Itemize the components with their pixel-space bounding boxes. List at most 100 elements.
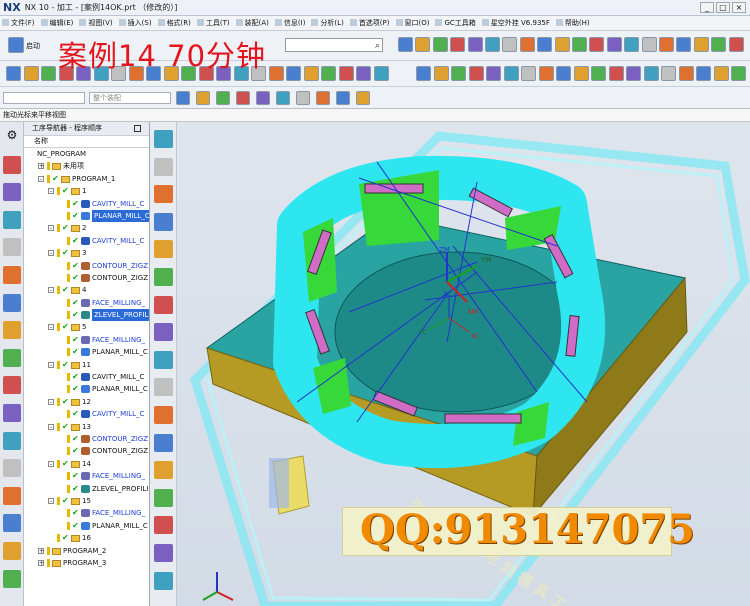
- toolbar-tool-icon[interactable]: [502, 37, 518, 52]
- toolbar-tool-icon[interactable]: [286, 66, 301, 81]
- method-icon[interactable]: [3, 238, 21, 257]
- toolbar-tool-icon[interactable]: [321, 66, 336, 81]
- assembly-filter-dropdown[interactable]: 整个装配: [89, 92, 171, 104]
- snap-tool-icon[interactable]: [296, 91, 310, 105]
- collapse-icon[interactable]: -: [48, 324, 54, 331]
- side-tool-icon[interactable]: [154, 571, 173, 590]
- toolbar-tool-icon[interactable]: [467, 37, 483, 52]
- toolbar-tool-icon[interactable]: [641, 37, 657, 52]
- toolbar-tool-icon[interactable]: [572, 37, 587, 52]
- menu-window[interactable]: 窗口(O): [395, 18, 436, 28]
- toolbar-tool-icon[interactable]: [303, 66, 319, 81]
- menu-format[interactable]: 格式(R): [157, 18, 197, 28]
- navigator-row[interactable]: ✔ PLANAR_MILL_C: [24, 520, 149, 532]
- selection-filter-dropdown[interactable]: [3, 92, 85, 104]
- navigator-row[interactable]: - ✔ PROGRAM_1: [24, 173, 149, 185]
- navigator-row[interactable]: - ✔ 11: [24, 359, 149, 371]
- start-icon[interactable]: [8, 37, 24, 53]
- manufacturing-icon[interactable]: [3, 514, 21, 533]
- operation-tool-icon[interactable]: [731, 66, 746, 81]
- collapse-icon[interactable]: -: [48, 188, 54, 195]
- side-tool-icon[interactable]: [154, 185, 173, 204]
- side-tool-icon[interactable]: [154, 488, 173, 507]
- collapse-icon[interactable]: -: [48, 361, 54, 368]
- menu-info[interactable]: 信息(I): [274, 18, 312, 28]
- start-menu-label[interactable]: 启动: [26, 41, 40, 51]
- close-button[interactable]: ×: [732, 2, 746, 13]
- maximize-icon[interactable]: [134, 125, 141, 132]
- operation-tool-icon[interactable]: [451, 66, 466, 81]
- toolbar-tool-icon[interactable]: [398, 37, 413, 52]
- side-tool-icon[interactable]: [154, 157, 173, 176]
- settings-icon[interactable]: ⚙: [3, 128, 21, 146]
- navigator-row[interactable]: ✔ PLANAR_MILL_C: [24, 346, 149, 358]
- toolbar-tool-icon[interactable]: [659, 37, 674, 52]
- collapse-icon[interactable]: -: [48, 460, 54, 467]
- navigator-row[interactable]: ✔ CAVITY_MILL_C: [24, 408, 149, 420]
- operation-tool-icon[interactable]: [626, 66, 641, 81]
- operation-tool-icon[interactable]: [661, 66, 676, 81]
- collapse-icon[interactable]: -: [48, 250, 54, 257]
- snap-tool-icon[interactable]: [236, 91, 250, 105]
- side-tool-icon[interactable]: [154, 350, 173, 369]
- toolbar-tool-icon[interactable]: [338, 66, 354, 81]
- navigator-row[interactable]: ✔ CONTOUR_ZIGZ: [24, 272, 149, 284]
- minimize-button[interactable]: _: [700, 2, 714, 13]
- side-tool-icon[interactable]: [154, 461, 173, 480]
- toolbar-tool-icon[interactable]: [728, 37, 744, 52]
- column-header-name[interactable]: 名称: [24, 136, 149, 148]
- collapse-icon[interactable]: -: [48, 287, 54, 294]
- side-tool-icon[interactable]: [154, 240, 173, 259]
- snap-tool-icon[interactable]: [276, 91, 290, 105]
- side-tool-icon[interactable]: [154, 433, 173, 452]
- navigator-row[interactable]: ✔ PLANAR_MILL_C: [24, 383, 149, 395]
- side-tool-icon[interactable]: [154, 295, 173, 314]
- menu-gc-toolbox[interactable]: GC工具箱: [435, 18, 481, 28]
- navigator-row[interactable]: NC_PROGRAM: [24, 148, 149, 160]
- operation-tool-icon[interactable]: [486, 66, 501, 81]
- navigator-row[interactable]: - ✔ 14: [24, 458, 149, 470]
- operation-tool-icon[interactable]: [678, 66, 694, 81]
- side-tool-icon[interactable]: [154, 406, 173, 424]
- palette-icon[interactable]: [3, 321, 21, 340]
- navigator-row[interactable]: - ✔ 2: [24, 222, 149, 234]
- menu-tools[interactable]: 工具(T): [196, 18, 236, 28]
- navigator-row[interactable]: ✔ CONTOUR_ZIGZ: [24, 433, 149, 445]
- operation-tool-icon[interactable]: [538, 66, 554, 81]
- snap-tool-icon[interactable]: [196, 91, 210, 105]
- snap-tool-icon[interactable]: [216, 91, 230, 105]
- navigator-row[interactable]: ✔ CAVITY_MILL_C: [24, 235, 149, 247]
- collapse-icon[interactable]: -: [48, 423, 54, 430]
- menu-preferences[interactable]: 首选项(P): [349, 18, 396, 28]
- navigator-row[interactable]: ✔ 16: [24, 532, 149, 544]
- operation-tool-icon[interactable]: [573, 66, 589, 81]
- navigator-row[interactable]: - ✔ 1: [24, 185, 149, 197]
- toolbar-tool-icon[interactable]: [450, 37, 466, 52]
- menu-assembly[interactable]: 装配(A): [235, 18, 275, 28]
- toolbar-tool-icon[interactable]: [554, 37, 570, 52]
- side-tool-icon[interactable]: [154, 378, 173, 397]
- navigator-row[interactable]: + PROGRAM_3: [24, 557, 149, 569]
- maximize-button[interactable]: □: [716, 2, 730, 13]
- snap-tool-icon[interactable]: [316, 91, 330, 105]
- snap-tool-icon[interactable]: [336, 91, 350, 105]
- machine-tool-icon[interactable]: [3, 183, 21, 202]
- operation-tool-icon[interactable]: [608, 66, 624, 81]
- toolbar-tool-icon[interactable]: [432, 37, 448, 52]
- toolbar-tool-icon[interactable]: [676, 37, 692, 52]
- side-tool-icon[interactable]: [154, 268, 173, 286]
- assembly-icon[interactable]: [3, 293, 21, 312]
- collapse-icon[interactable]: -: [48, 225, 54, 232]
- navigator-row[interactable]: ✔ CAVITY_MILL_C: [24, 198, 149, 210]
- toolbar-tool-icon[interactable]: [693, 37, 709, 52]
- navigator-row[interactable]: ✔ FACE_MILLING_: [24, 334, 149, 346]
- expand-icon[interactable]: +: [38, 559, 44, 566]
- side-tool-icon[interactable]: [154, 130, 173, 148]
- side-tool-icon[interactable]: [154, 544, 173, 562]
- collapse-icon[interactable]: -: [48, 497, 54, 504]
- roles-icon[interactable]: [3, 348, 21, 367]
- operation-tool-icon[interactable]: [713, 66, 729, 81]
- operation-tool-icon[interactable]: [468, 66, 484, 81]
- info-icon[interactable]: [3, 376, 21, 395]
- menu-view[interactable]: 视图(V): [79, 18, 118, 28]
